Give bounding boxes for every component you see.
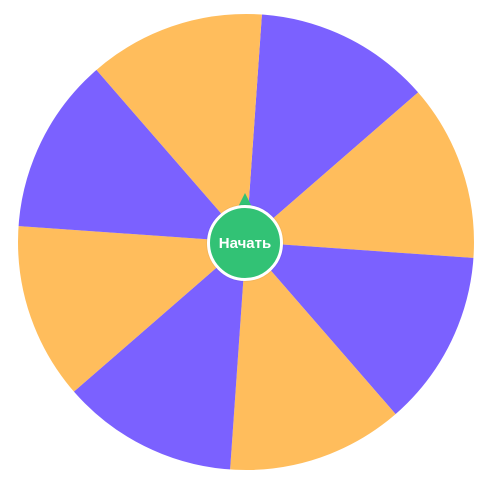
start-button[interactable]: Начать [207, 205, 283, 281]
wheel-stage: Начать [0, 0, 489, 485]
